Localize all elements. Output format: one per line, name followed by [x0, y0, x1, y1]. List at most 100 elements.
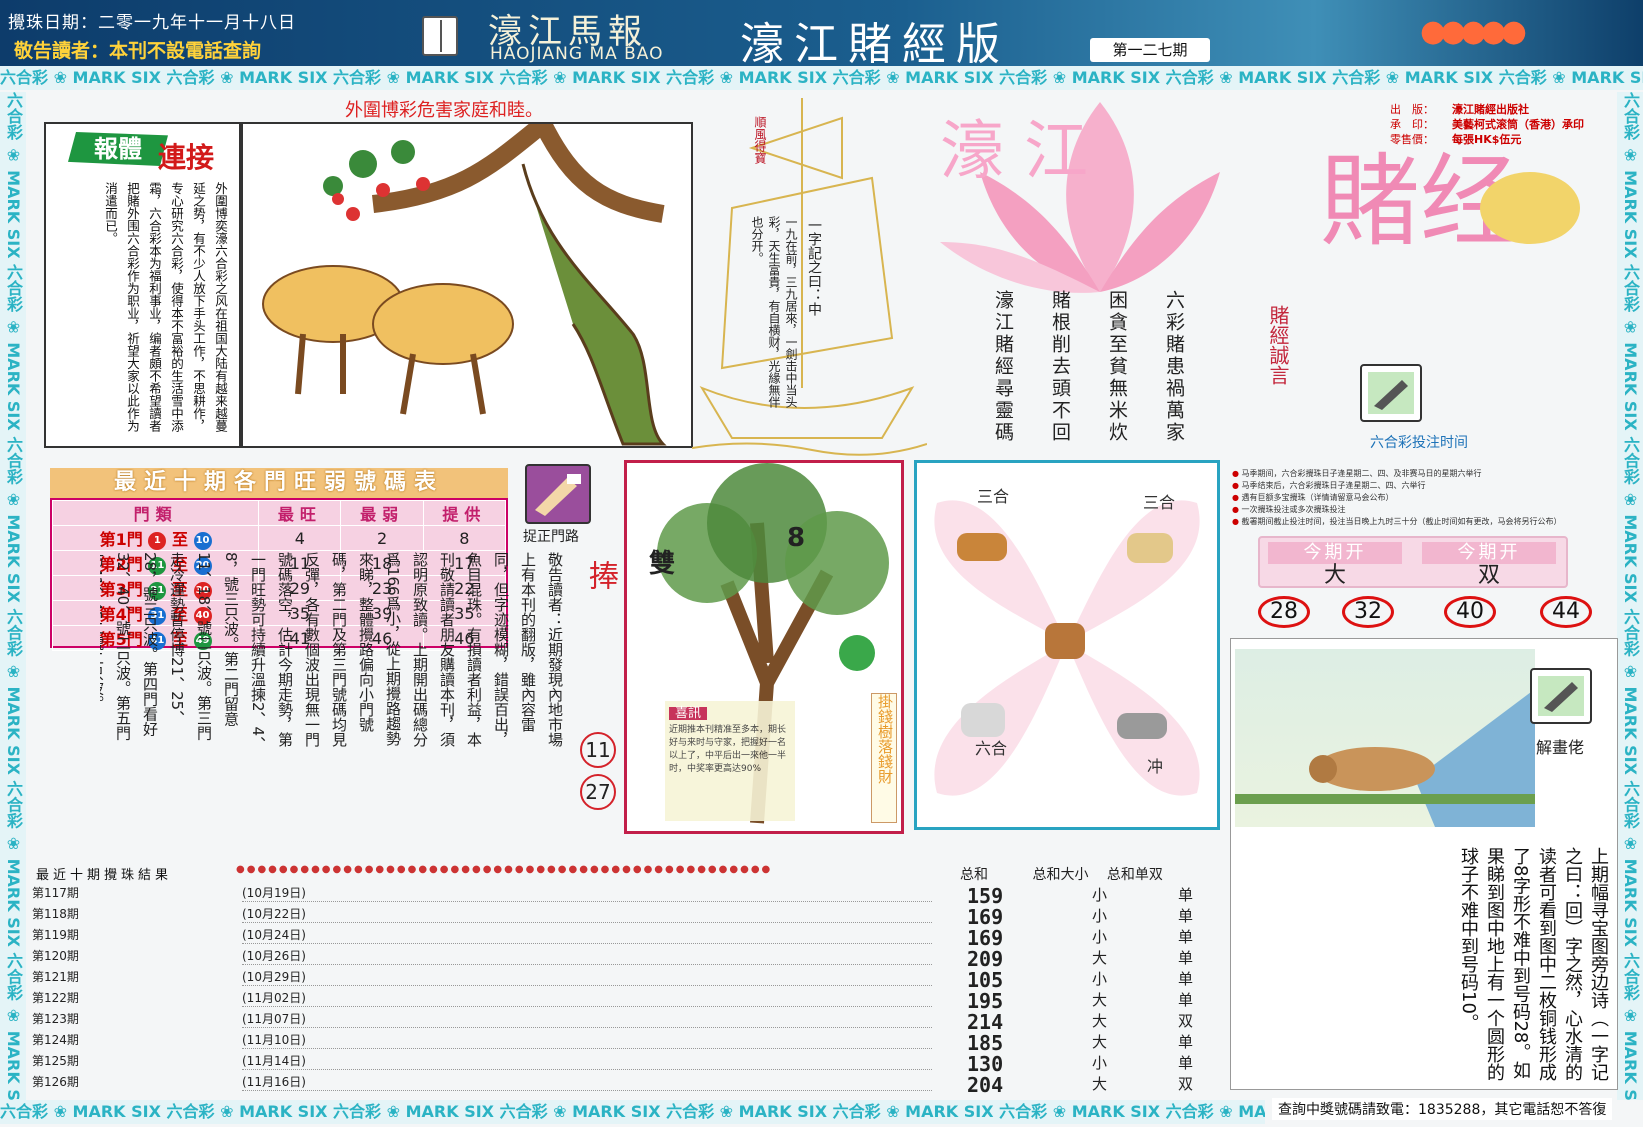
draw-period: 第123期: [32, 1012, 79, 1026]
goats-tree-drawing: [262, 116, 667, 446]
zodiac-label: 冲: [1147, 757, 1164, 776]
zodiac-x-drawing: [934, 500, 1200, 796]
pick-number: 28: [1258, 596, 1310, 628]
draw-dot-grid: [242, 928, 932, 944]
pointing-hand-icon: [1530, 668, 1592, 724]
table-row: 第117期 (10月19日) 159 小单: [32, 884, 1222, 908]
poem-line: 濠江賭經尋靈碼: [992, 290, 1014, 444]
editorial-heading-green: 報體: [68, 132, 168, 166]
current-size-label: 今期开: [1268, 542, 1402, 564]
zodiac-x-box: 三合 三合 六合 冲: [914, 460, 1220, 830]
money-tree-box: 8 雙 喜訊 近期推本刊精准至多本，期长好与来时与守家，把握好一名以上了，中平后…: [624, 460, 904, 834]
gate-cell: 第1門 1 至 10: [51, 525, 260, 551]
zodiac-label: 三合: [1143, 493, 1176, 512]
table-row: 第125期 (11月14日) 130 小单: [32, 1052, 1222, 1076]
tree-side-tag: 掛錢樹落錢財: [871, 693, 897, 823]
draw-dot-grid: [242, 970, 932, 986]
current-parity-label: 今期开: [1422, 542, 1556, 564]
poem: 六彩賭患禍萬家 困貪至貧無米炊 賭根削去頭不回 濠江賭經尋靈碼: [960, 290, 1188, 460]
publisher-info: 出 版： 濠江賭經出版社 承 印： 美藝柯式滚筒（香港）承印 零售價： 每張HK$伍元: [1390, 102, 1584, 147]
border-top: 六合彩 ❀ MARK SIX 六合彩 ❀ MARK SIX 六合彩 ❀ MARK…: [0, 66, 1643, 90]
book-icon: [422, 16, 458, 56]
current-period-box: 今期开 大 今期开 双: [1258, 536, 1568, 588]
col-header: 門類: [51, 500, 260, 526]
draw-dot-grid: [242, 1033, 932, 1049]
current-parity-value: 双: [1477, 563, 1500, 588]
draw-dot-grid: [242, 991, 932, 1007]
sum-header: 总和: [960, 867, 988, 883]
border-bottom: 六合彩 ❀ MARK SIX 六合彩 ❀ MARK SIX 六合彩 ❀ MARK…: [0, 1100, 1265, 1124]
draw-big-small: 大: [1092, 1033, 1108, 1051]
draw-dot-grid: [242, 1012, 932, 1028]
riddle-label: 解畫佬: [1536, 738, 1585, 757]
betting-schedule-title: 六合彩投注时间: [1370, 435, 1468, 451]
draw-big-small: 小: [1092, 970, 1108, 988]
draw-odd-even: 单: [1178, 1033, 1194, 1051]
edition-title: 濠江賭經版: [740, 19, 1010, 70]
table-row: 第126期 (11月16日) 204 大双: [32, 1073, 1222, 1097]
zodiac-label: 三合: [977, 487, 1010, 506]
good-news-text: 近期推本刊精准至多本，期长好与来时与守家，把握好一名以上了，中平后出一來他一半时…: [669, 725, 787, 774]
draw-big-small: 大: [1092, 991, 1108, 1009]
lottery-balls-icon: ●●●●●: [1420, 14, 1527, 49]
col-header: 最旺: [258, 500, 342, 526]
draw-odd-even: 单: [1178, 907, 1194, 925]
gate-table-title: 最近十期各門旺弱號碼表: [50, 468, 508, 498]
schedule-item: 截署期间截止投注时间，投注当日晚上九时三十分（截止时间如有更改，马会将另行公布）: [1232, 516, 1608, 528]
odd-even-header: 总和单双: [1106, 867, 1163, 883]
draw-dot-grid: [242, 1054, 932, 1070]
schedule-item: 马季结束后，六合彩攪珠日子逢星期二、四、六举行: [1232, 480, 1608, 492]
border-left: 六合彩 ❀ MARK SIX 六合彩 ❀ MARK SIX 六合彩 ❀ MARK…: [0, 92, 26, 1100]
betting-schedule: 马季期间，六合彩攪珠日子逢星期二、四、及非赛马日的星期六举行 马季结束后，六合彩…: [1232, 468, 1608, 528]
draw-dot-grid: [242, 1075, 932, 1091]
editorial-text: 外圍博奕濠六合彩之风在祖国大陆有越来越蔓延之势，有不少人放下手头工作，不思耕作，…: [103, 182, 228, 432]
draw-dot-grid: [242, 949, 932, 965]
big-small-header: 总和大小: [1032, 867, 1089, 883]
draw-dot-grid: [242, 886, 932, 902]
warning-tagline: 外圍博彩危害家庭和睦。: [345, 100, 543, 121]
schedule-item: 遇有巨额多宝攪珠（详情请留意马会公布）: [1232, 492, 1608, 504]
draw-period: 第118期: [32, 907, 79, 921]
table-row: 第121期 (10月29日) 105 小单: [32, 968, 1222, 992]
pointing-hand-drawing: [1538, 676, 1584, 716]
draw-big-small: 小: [1092, 886, 1108, 904]
pointing-hand-icon: [1360, 364, 1422, 422]
schedule-item: 马季期间，六合彩攪珠日子逢星期二、四、及非赛马日的星期六举行: [1232, 468, 1608, 480]
draw-odd-even: 单: [1178, 949, 1194, 967]
cold-cell: 2: [340, 525, 424, 551]
goats-tree-illustration: [241, 116, 693, 448]
draw-date: 攪珠日期：二零一九年十一月十八日: [8, 13, 296, 33]
pick-number: 44: [1540, 596, 1592, 628]
verse-title: 一字記之曰：中: [806, 218, 822, 316]
table-row: 第1門 1 至 10 4 2 8: [51, 525, 507, 551]
poem-line: 困貪至貧無米炊: [1106, 290, 1128, 444]
draw-period: 第125期: [32, 1054, 79, 1068]
good-news-title: 喜訊: [669, 707, 708, 720]
table-row: 第120期 (10月26日) 209 大单: [32, 947, 1222, 971]
hot-number-ball: 27: [580, 774, 616, 810]
draw-results-title: 最近十期攪珠結果: [36, 868, 173, 883]
draw-big-small: 小: [1092, 928, 1108, 946]
draw-odd-even: 单: [1178, 991, 1194, 1009]
table-row: 第119期 (10月24日) 169 小单: [32, 926, 1222, 950]
pick-number: 40: [1444, 596, 1496, 628]
draw-big-small: 大: [1092, 1075, 1108, 1093]
tree-number: 8: [787, 523, 806, 553]
draw-period: 第122期: [32, 991, 79, 1005]
hand-pointing-drawing: [535, 474, 581, 516]
title-art-top: 濠江: [940, 115, 1108, 189]
draw-big-small: 大: [1092, 1012, 1108, 1030]
draw-dot-grid: [242, 907, 932, 923]
draw-odd-even: 双: [1178, 1075, 1194, 1093]
draw-results-header: 总和 总和大小 总和单双: [960, 864, 1163, 884]
sail-sign: 順風得寶: [753, 116, 767, 164]
border-right: 六合彩 ❀ MARK SIX 六合彩 ❀ MARK SIX 六合彩 ❀ MARK…: [1617, 92, 1643, 1100]
price-row: 零售價： 每張HK$伍元: [1390, 133, 1522, 146]
hotline-footer: 查詢中獎號碼請致電：1835288，其它電話恕不答復: [1272, 1098, 1613, 1120]
hand-pointing-icon: [525, 464, 591, 524]
gate-analysis-text: 敬告讀者：近期發現內地市場上有本刊的翻版，雖內容雷同，但字迹模糊，錯誤百出，魚目…: [100, 552, 564, 752]
col-header: 提供: [422, 500, 507, 526]
draw-odd-even: 双: [1178, 1012, 1194, 1030]
hot-number-ball: 11: [580, 732, 616, 768]
poem-line: 六彩賭患禍萬家: [1163, 290, 1185, 444]
